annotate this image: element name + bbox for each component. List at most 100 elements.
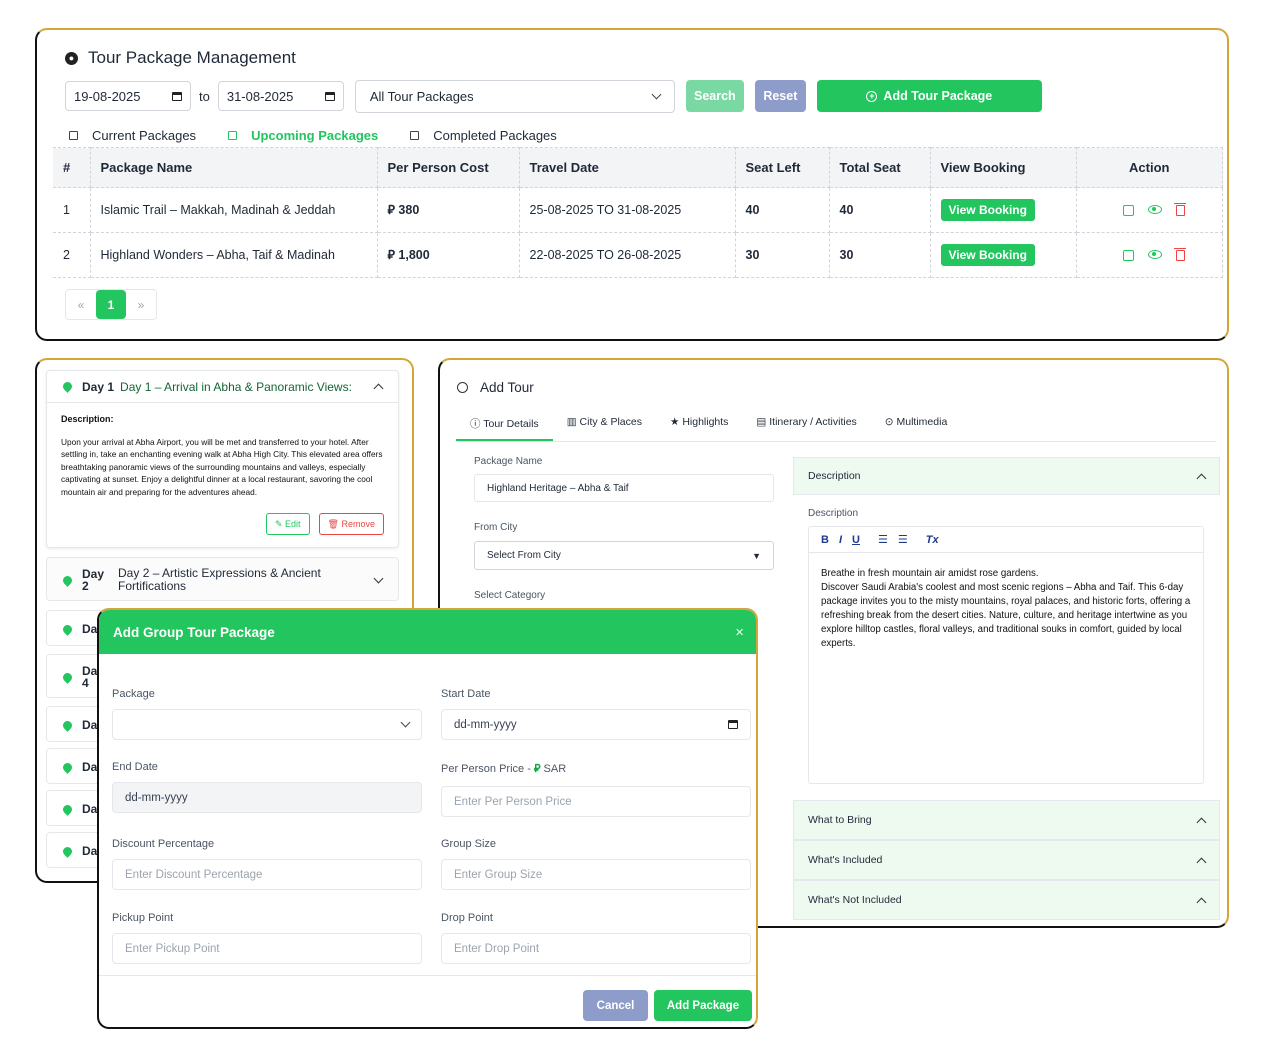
- row-seat-left: 30: [735, 232, 830, 278]
- discount-label: Discount Percentage: [112, 838, 215, 850]
- search-button[interactable]: Search: [685, 80, 744, 112]
- calendar-icon[interactable]: [324, 91, 335, 101]
- map-pin-icon: [61, 380, 74, 393]
- description-editor[interactable]: B I U ☰ ☰ Tx Breathe in fresh mountain a…: [808, 526, 1204, 784]
- view-booking-button[interactable]: View Booking: [940, 244, 1035, 266]
- date-from-input[interactable]: 19-08-2025: [65, 81, 191, 111]
- group-size-input[interactable]: Enter Group Size: [441, 859, 751, 890]
- globe-icon: ●: [65, 51, 78, 65]
- close-icon[interactable]: ×: [735, 624, 744, 641]
- col-header-action: Action: [1076, 147, 1223, 188]
- reset-button[interactable]: Reset: [754, 80, 806, 112]
- add-package-button[interactable]: Add Package: [654, 990, 752, 1021]
- accordion-title: What's Included: [808, 854, 883, 866]
- next-page-button[interactable]: »: [126, 290, 156, 319]
- tab-city-places[interactable]: ▥ City & Places: [553, 410, 656, 441]
- row-package-name: Highland Wonders – Abha, Taif & Madinah: [90, 232, 378, 278]
- riyal-icon: ⃁: [387, 248, 395, 262]
- accordion-description[interactable]: Description: [793, 457, 1220, 495]
- tab-completed-packages[interactable]: Completed Packages: [410, 128, 557, 143]
- per-person-price-input[interactable]: Enter Per Person Price: [441, 786, 751, 817]
- start-date-input[interactable]: dd-mm-yyyy: [441, 709, 751, 740]
- drop-input[interactable]: Enter Drop Point: [441, 933, 751, 964]
- prev-page-button[interactable]: «: [66, 290, 96, 319]
- from-city-value: Select From City: [487, 550, 561, 561]
- accordion-what-to-bring[interactable]: What to Bring: [793, 800, 1220, 840]
- ordered-list-button[interactable]: ☰: [878, 533, 888, 546]
- date-to-input[interactable]: 31-08-2025: [217, 81, 344, 111]
- trash-icon[interactable]: [1174, 202, 1187, 216]
- package-name-label: Package Name: [474, 456, 543, 467]
- page-title-text: Tour Package Management: [88, 48, 296, 67]
- edit-day-button[interactable]: ✎ Edit: [265, 512, 310, 536]
- pickup-input[interactable]: Enter Pickup Point: [112, 933, 422, 964]
- italic-button[interactable]: I: [839, 534, 842, 546]
- day-1-description: Description: Upon your arrival at Abha A…: [47, 403, 398, 545]
- calendar-icon[interactable]: [172, 91, 182, 101]
- description-text: Upon your arrival at Abha Airport, you w…: [61, 436, 383, 497]
- day-title: Day 2 – Artistic Expressions & Ancient F…: [118, 566, 321, 593]
- tab-upcoming-packages[interactable]: Upcoming Packages: [228, 128, 378, 143]
- edit-icon[interactable]: [1123, 204, 1135, 216]
- packages-table: # Package Name Per Person Cost Travel Da…: [53, 147, 1223, 278]
- remove-day-button[interactable]: 🗑 Remove: [318, 512, 384, 536]
- tab-current-packages[interactable]: Current Packages: [69, 128, 196, 143]
- map-pin-icon: [61, 802, 74, 816]
- drop-placeholder: Enter Drop Point: [454, 942, 540, 955]
- tab-label: Current Packages: [92, 128, 197, 143]
- add-group-tour-modal: Add Group Tour Package × Package Start D…: [97, 608, 758, 1029]
- add-tour-package-button[interactable]: + Add Tour Package: [816, 80, 1042, 112]
- table-row: 1 Islamic Trail – Makkah, Madinah & Jedd…: [53, 187, 1223, 233]
- row-booking-cell: View Booking: [930, 187, 1077, 233]
- bold-button[interactable]: B: [821, 534, 829, 546]
- tab-highlights[interactable]: ★ Highlights: [656, 410, 742, 441]
- plus-circle-icon: +: [866, 90, 878, 102]
- description-text[interactable]: Breathe in fresh mountain air amidst ros…: [809, 553, 1203, 665]
- chevron-down-icon[interactable]: [373, 573, 384, 583]
- trash-icon[interactable]: [1174, 247, 1187, 261]
- accordion-title: What to Bring: [808, 814, 872, 826]
- tab-tour-details[interactable]: ⓘ Tour Details: [456, 410, 553, 441]
- clear-format-button[interactable]: Tx: [926, 534, 939, 546]
- calendar-icon[interactable]: [728, 720, 738, 729]
- discount-input[interactable]: Enter Discount Percentage: [112, 859, 422, 890]
- tab-multimedia[interactable]: ⊙ Multimedia: [871, 410, 962, 441]
- chevron-up-icon[interactable]: [1196, 473, 1207, 483]
- eye-icon[interactable]: [1148, 249, 1163, 259]
- view-booking-button[interactable]: View Booking: [940, 199, 1035, 221]
- cancel-button[interactable]: Cancel: [583, 990, 648, 1021]
- eye-icon[interactable]: [1148, 204, 1163, 214]
- day-card-2[interactable]: Day 2 Day 2 – Artistic Expressions & Anc…: [46, 557, 399, 601]
- edit-icon[interactable]: [1123, 249, 1135, 261]
- add-tour-package-label: Add Tour Package: [883, 89, 993, 103]
- from-city-label: From City: [474, 522, 518, 533]
- chevron-up-icon[interactable]: [1196, 817, 1207, 827]
- row-total-seat: 40: [829, 187, 931, 233]
- tab-itinerary-activities[interactable]: ▤ Itinerary / Activities: [742, 410, 870, 441]
- bullet-list-button[interactable]: ☰: [898, 533, 908, 546]
- underline-button[interactable]: U: [852, 534, 860, 546]
- day-2-header[interactable]: Day 2 Day 2 – Artistic Expressions & Anc…: [47, 558, 398, 602]
- action-buttons: [1087, 202, 1223, 216]
- current-page-button[interactable]: 1: [96, 290, 126, 319]
- accordion-whats-included[interactable]: What's Included: [793, 840, 1220, 880]
- col-header-view-booking: View Booking: [930, 147, 1077, 188]
- add-tour-title: Add Tour: [457, 380, 534, 395]
- row-travel-date: 22-08-2025 TO 26-08-2025: [519, 232, 736, 278]
- group-size-placeholder: Enter Group Size: [454, 868, 543, 881]
- tab-label: Tour Details: [483, 418, 539, 430]
- day-1-header[interactable]: Day 1 Day 1 – Arrival in Abha & Panorami…: [47, 371, 398, 403]
- end-date-input[interactable]: dd-mm-yyyy: [112, 782, 422, 813]
- tour-package-management-panel: ● Tour Package Management 19-08-2025 to …: [35, 28, 1229, 341]
- calendar-check-icon: [410, 131, 420, 140]
- package-filter-select[interactable]: All Tour Packages: [354, 79, 675, 113]
- chevron-up-icon[interactable]: [1196, 857, 1207, 867]
- modal-footer-divider: [99, 975, 756, 976]
- chevron-up-icon[interactable]: [373, 383, 384, 394]
- package-select[interactable]: [112, 709, 422, 740]
- accordion-whats-not-included[interactable]: What's Not Included: [793, 880, 1220, 920]
- from-city-select[interactable]: Select From City ▼: [474, 541, 774, 570]
- chevron-up-icon[interactable]: [1196, 897, 1207, 907]
- package-name-input[interactable]: Highland Heritage – Abha & Taif: [474, 474, 774, 502]
- end-date-placeholder: dd-mm-yyyy: [125, 791, 188, 804]
